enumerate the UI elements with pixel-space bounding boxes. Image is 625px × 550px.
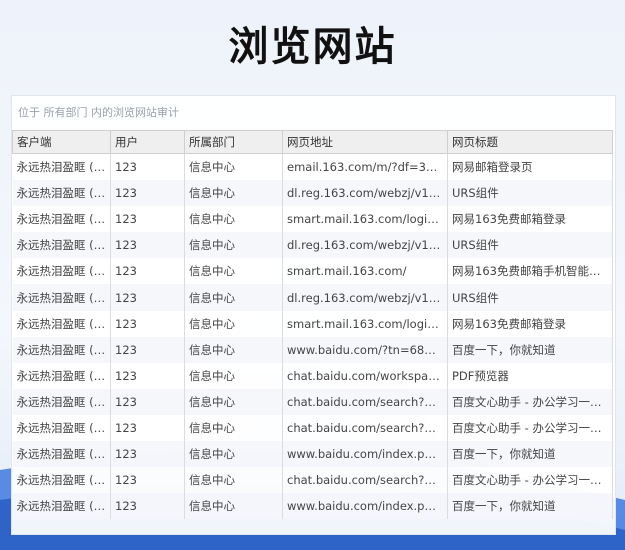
cell-user: 123 — [110, 467, 185, 494]
cell-department: 信息中心 — [184, 284, 283, 311]
cell-user: 123 — [110, 284, 185, 311]
cell-client: 永远热泪盈眶 (1... — [12, 336, 111, 363]
table-row[interactable]: 永远热泪盈眶 (1... 123 信息中心 email.163.com/m/?df=3… — [12, 153, 613, 181]
table-row[interactable]: 永远热泪盈眶 (1... 123 信息中心 dl.reg.163.com/webzj/… — [12, 284, 613, 311]
column-header-department[interactable]: 所属部门 — [184, 130, 283, 154]
cell-department: 信息中心 — [184, 441, 283, 468]
table-row[interactable]: 永远热泪盈眶 (1... 123 信息中心 chat.baidu.com/search… — [12, 388, 613, 415]
cell-client: 永远热泪盈眶 (1... — [12, 206, 111, 233]
cell-client: 永远热泪盈眶 (1... — [12, 441, 111, 468]
cell-page-title: URS组件 — [447, 284, 613, 311]
cell-url: smart.mail.163.com/login.h... — [282, 310, 448, 337]
cell-department: 信息中心 — [184, 232, 283, 259]
cell-user: 123 — [110, 206, 185, 233]
cell-user: 123 — [110, 441, 185, 468]
cell-user: 123 — [110, 258, 185, 285]
cell-url: chat.baidu.com/workspace... — [282, 362, 448, 389]
cell-page-title: 百度文心助手 - 办公学习一站... — [447, 388, 613, 415]
cell-department: 信息中心 — [184, 493, 283, 520]
cell-client: 永远热泪盈眶 (1... — [12, 232, 111, 259]
cell-url: www.baidu.com/index.php?... — [282, 493, 448, 520]
cell-user: 123 — [110, 310, 185, 337]
website-audit-table: 客户端 用户 所属部门 网页地址 网页标题 永远热泪盈眶 (1... 123 信息中… — [12, 130, 613, 520]
cell-department: 信息中心 — [184, 414, 283, 442]
cell-department: 信息中心 — [184, 362, 283, 389]
cell-page-title: URS组件 — [447, 232, 613, 259]
cell-page-title: 网易163免费邮箱登录 — [447, 310, 613, 337]
table-row[interactable]: 永远热泪盈眶 (1... 123 信息中心 smart.mail.163.com/网易… — [12, 258, 613, 285]
cell-page-title: 网易邮箱登录页 — [447, 153, 613, 181]
table-row[interactable]: 永远热泪盈眶 (1... 123 信息中心 www.baidu.com/?tn=680… — [12, 336, 613, 363]
cell-department: 信息中心 — [184, 258, 283, 285]
cell-url: smart.mail.163.com/ — [282, 258, 448, 285]
table-row[interactable]: 永远热泪盈眶 (1... 123 信息中心 smart.mail.163.com/lo… — [12, 206, 613, 233]
cell-client: 永远热泪盈眶 (1... — [12, 310, 111, 337]
cell-page-title: 百度一下，你就知道 — [447, 336, 613, 363]
cell-page-title: 百度一下，你就知道 — [447, 441, 613, 468]
cell-client: 永远热泪盈眶 (1... — [12, 414, 111, 442]
cell-user: 123 — [110, 180, 185, 207]
cell-department: 信息中心 — [184, 467, 283, 494]
column-header-url[interactable]: 网页地址 — [282, 130, 448, 154]
cell-user: 123 — [110, 414, 185, 442]
cell-url: dl.reg.163.com/webzj/v1.0... — [282, 180, 448, 207]
table-row[interactable]: 永远热泪盈眶 (1... 123 信息中心 dl.reg.163.com/webzj/… — [12, 180, 613, 207]
cell-page-title: PDF预览器 — [447, 362, 613, 389]
table-row[interactable]: 永远热泪盈眶 (1... 123 信息中心 dl.reg.163.com/webzj/… — [12, 232, 613, 259]
table-row[interactable]: 永远热泪盈眶 (1... 123 信息中心 chat.baidu.com/search… — [12, 414, 613, 442]
cell-client: 永远热泪盈眶 (1... — [12, 388, 111, 415]
cell-page-title: 网易163免费邮箱手机智能版 ... — [447, 258, 613, 285]
cell-page-title: 百度文心助手 - 办公学习一站... — [447, 414, 613, 442]
cell-user: 123 — [110, 493, 185, 520]
scope-text: 位于 所有部门 内的浏览网站审计 — [18, 106, 179, 119]
cell-department: 信息中心 — [184, 336, 283, 363]
table-row[interactable]: 永远热泪盈眶 (1... 123 信息中心 www.baidu.com/index.p… — [12, 493, 613, 520]
cell-client: 永远热泪盈眶 (1... — [12, 362, 111, 389]
table-row[interactable]: 永远热泪盈眶 (1... 123 信息中心 smart.mail.163.com/lo… — [12, 310, 613, 337]
page-title: 浏览网站 — [228, 24, 397, 70]
cell-page-title: URS组件 — [447, 180, 613, 207]
cell-url: www.baidu.com/?tn=68018... — [282, 336, 448, 363]
cell-user: 123 — [110, 388, 185, 415]
cell-client: 永远热泪盈眶 (1... — [12, 493, 111, 520]
cell-url: www.baidu.com/index.php?... — [282, 441, 448, 468]
cell-url: email.163.com/m/?df=3g_... — [282, 153, 448, 181]
cell-url: dl.reg.163.com/webzj/v1.0... — [282, 232, 448, 259]
cell-department: 信息中心 — [184, 388, 283, 415]
cell-url: chat.baidu.com/search?wor... — [282, 467, 448, 494]
column-header-client[interactable]: 客户端 — [12, 130, 111, 154]
cell-page-title: 网易163免费邮箱登录 — [447, 206, 613, 233]
cell-user: 123 — [110, 232, 185, 259]
cell-client: 永远热泪盈眶 (1... — [12, 284, 111, 311]
cell-user: 123 — [110, 362, 185, 389]
cell-department: 信息中心 — [184, 206, 283, 233]
cell-department: 信息中心 — [184, 310, 283, 337]
cell-url: smart.mail.163.com/login.h... — [282, 206, 448, 233]
cell-page-title: 百度一下，你就知道 — [447, 493, 613, 520]
table-row[interactable]: 永远热泪盈眶 (1... 123 信息中心 chat.baidu.com/worksp… — [12, 362, 613, 389]
table-row[interactable]: 永远热泪盈眶 (1... 123 信息中心 www.baidu.com/index.p… — [12, 441, 613, 468]
cell-client: 永远热泪盈眶 (1... — [12, 258, 111, 285]
cell-url: chat.baidu.com/search?wor... — [282, 414, 448, 442]
table-header-row: 客户端 用户 所属部门 网页地址 网页标题 — [12, 130, 613, 154]
column-header-page-title[interactable]: 网页标题 — [447, 130, 613, 154]
cell-page-title: 百度文心助手 - 办公学习一站... — [447, 467, 613, 494]
cell-department: 信息中心 — [184, 180, 283, 207]
cell-department: 信息中心 — [184, 153, 283, 181]
column-header-user[interactable]: 用户 — [110, 130, 185, 154]
cell-url: dl.reg.163.com/webzj/v1.0... — [282, 284, 448, 311]
cell-user: 123 — [110, 153, 185, 181]
cell-client: 永远热泪盈眶 (1... — [12, 180, 111, 207]
cell-user: 123 — [110, 336, 185, 363]
cell-client: 永远热泪盈眶 (1... — [12, 467, 111, 494]
audit-panel: 位于 所有部门 内的浏览网站审计 客户端 用户 所属部门 网页地址 网页标题 永… — [11, 95, 616, 535]
cell-client: 永远热泪盈眶 (1... — [12, 153, 111, 181]
table-row[interactable]: 永远热泪盈眶 (1... 123 信息中心 chat.baidu.com/search… — [12, 467, 613, 494]
cell-url: chat.baidu.com/search?wor... — [282, 388, 448, 415]
